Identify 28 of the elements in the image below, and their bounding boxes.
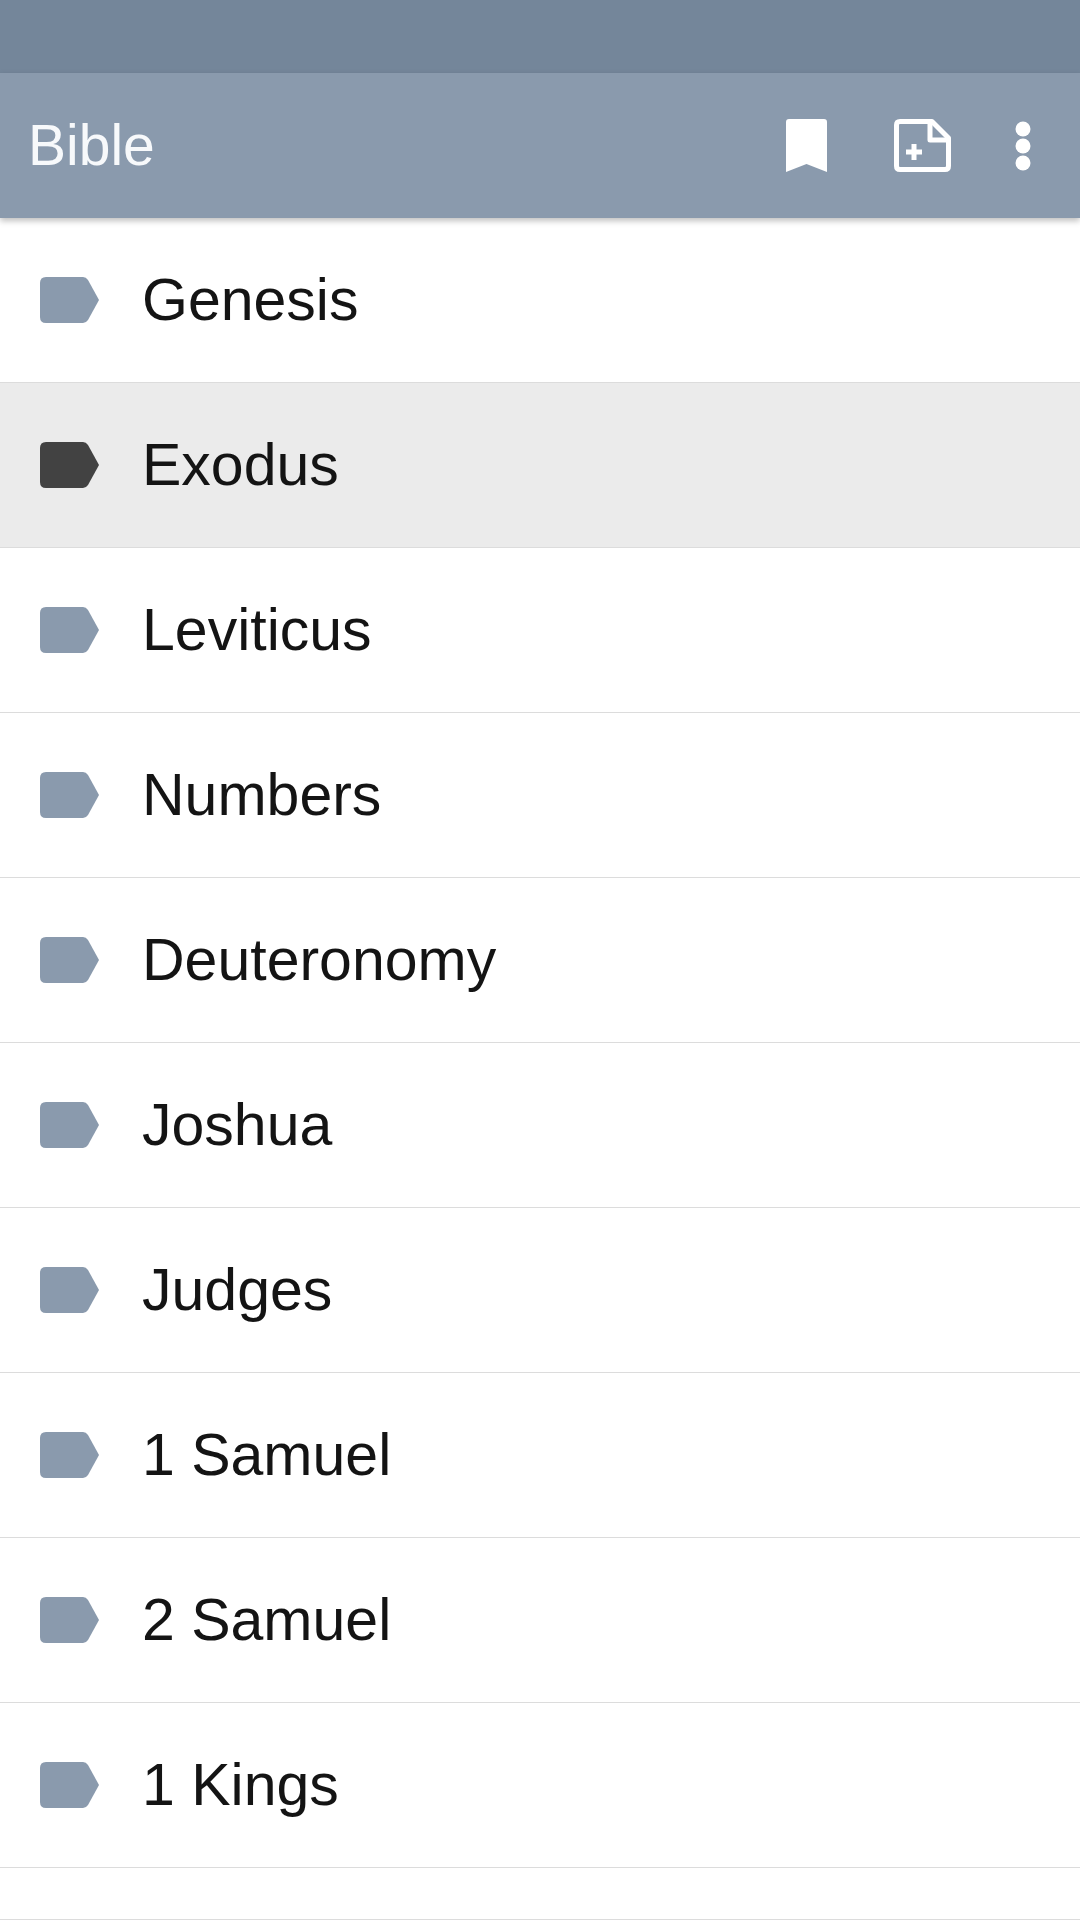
- book-title: 1 Kings: [142, 1755, 339, 1815]
- more-options-button[interactable]: [1015, 120, 1031, 171]
- label-tag-icon: [40, 772, 99, 818]
- label-tag-icon: [40, 1762, 99, 1808]
- label-tag-icon: [40, 1597, 99, 1643]
- label-tag-icon: [40, 607, 99, 653]
- book-title: Numbers: [142, 765, 382, 825]
- book-title: Judges: [142, 1260, 333, 1320]
- book-title: 2 Samuel: [142, 1590, 392, 1650]
- new-file-icon: [894, 119, 951, 172]
- book-row[interactable]: Exodus: [0, 383, 1080, 548]
- book-title: 1 Samuel: [142, 1425, 392, 1485]
- book-title: Joshua: [142, 1095, 333, 1155]
- label-tag-icon: [40, 442, 99, 488]
- label-tag-icon: [40, 937, 99, 983]
- book-title: Leviticus: [142, 600, 372, 660]
- app-title: Bible: [28, 117, 155, 174]
- book-title: Deuteronomy: [142, 930, 497, 990]
- bookmark-button[interactable]: [786, 119, 827, 172]
- more-vertical-icon: [1015, 120, 1031, 171]
- book-title: Exodus: [142, 435, 339, 495]
- label-tag-icon: [40, 277, 99, 323]
- label-tag-icon: [40, 1267, 99, 1313]
- new-file-button[interactable]: [894, 119, 951, 172]
- book-title: Genesis: [142, 270, 359, 330]
- label-tag-icon: [40, 1102, 99, 1148]
- label-tag-icon: [40, 1432, 99, 1478]
- bookmark-icon: [786, 119, 827, 172]
